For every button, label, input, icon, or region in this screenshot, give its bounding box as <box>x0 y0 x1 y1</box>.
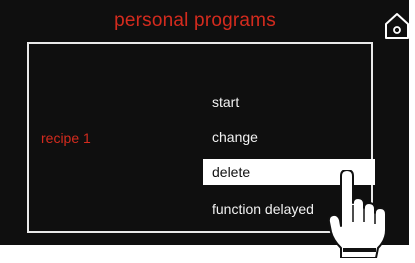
recipe-name: recipe 1 <box>41 130 91 146</box>
page-title: personal programs <box>114 10 276 31</box>
hand-pointer-icon <box>327 169 398 263</box>
home-button[interactable] <box>384 12 410 40</box>
menu-item-change[interactable]: change <box>203 124 375 150</box>
menu-item-start[interactable]: start <box>203 89 375 115</box>
home-icon <box>385 13 409 39</box>
